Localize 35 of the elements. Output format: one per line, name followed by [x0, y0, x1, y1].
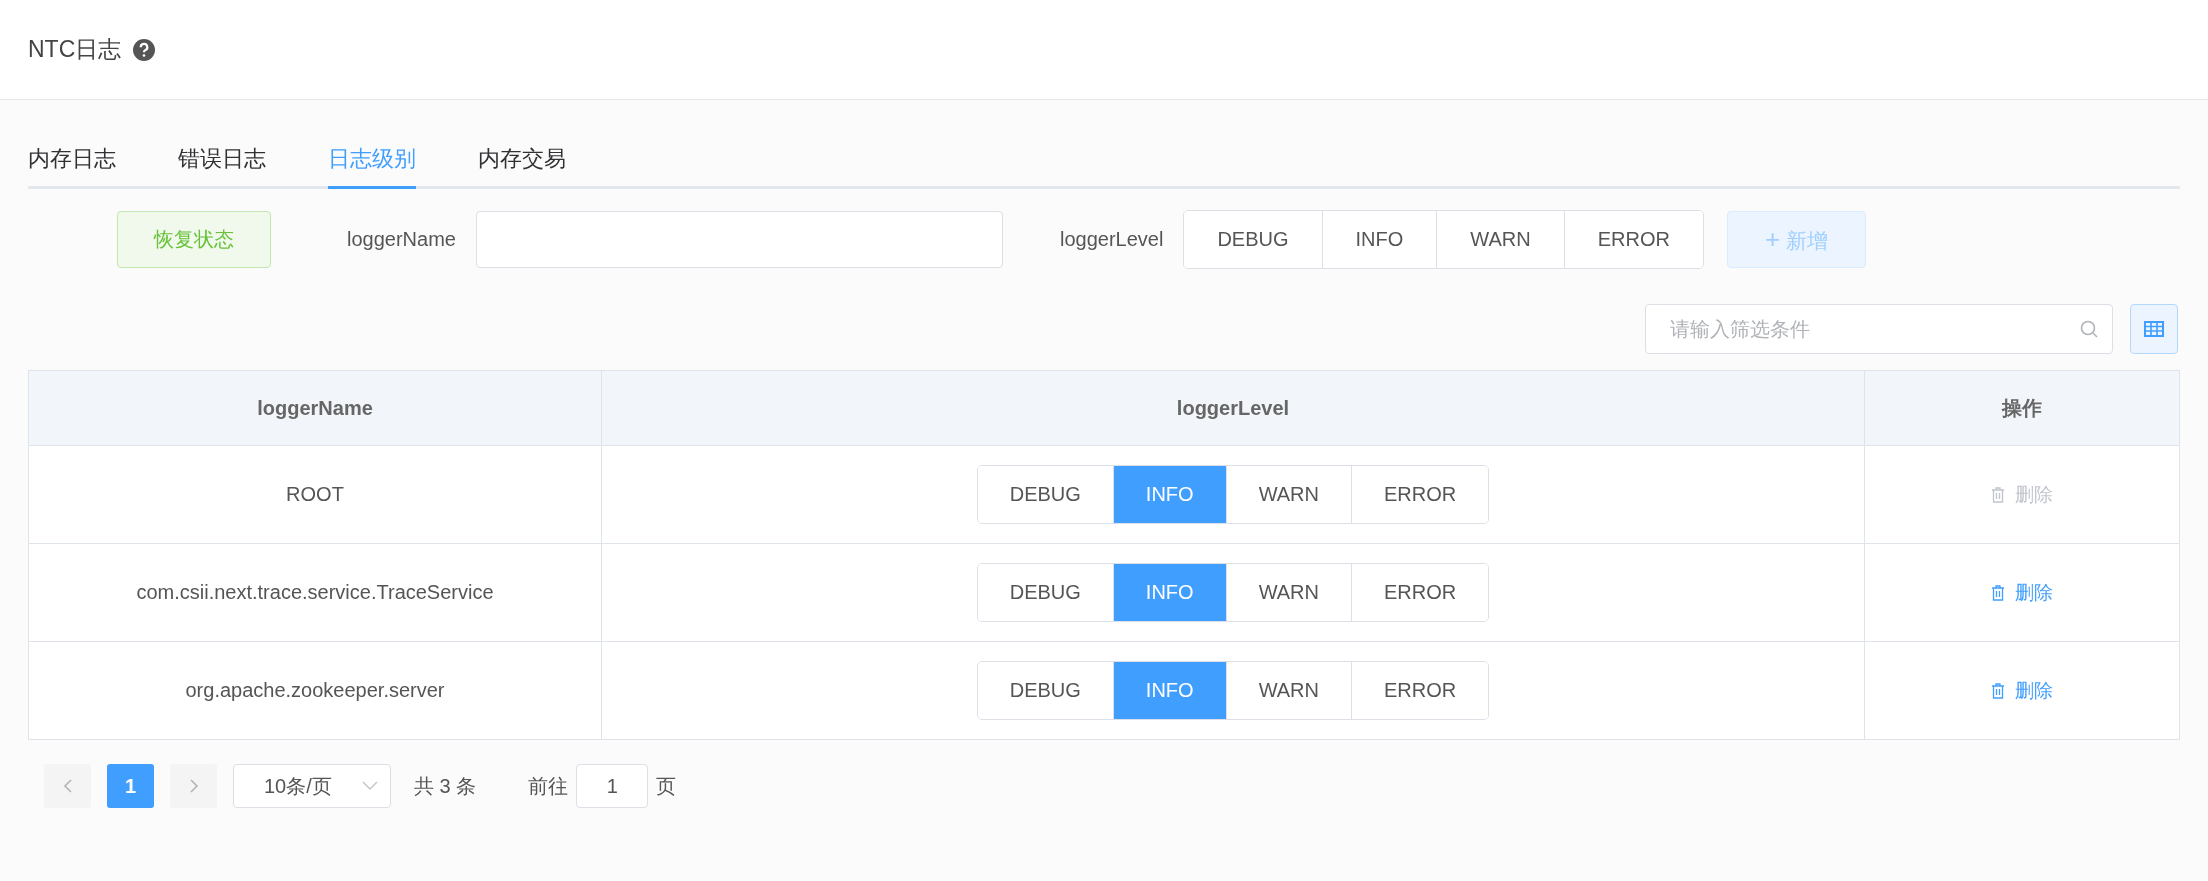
column-header: 操作: [1864, 370, 2180, 446]
level-option[interactable]: ERROR: [1351, 564, 1489, 621]
field-label: loggerName: [347, 228, 456, 251]
tab[interactable]: 错误日志: [178, 144, 266, 189]
help-icon[interactable]: [133, 38, 156, 61]
level-option[interactable]: ERROR: [1351, 662, 1489, 719]
field-label: loggerLevel: [1059, 228, 1164, 251]
page-suffix: 页: [656, 773, 677, 799]
page-input[interactable]: 1: [576, 764, 649, 808]
level-option[interactable]: ERROR: [1351, 466, 1489, 523]
tab[interactable]: 内存交易: [478, 144, 566, 189]
previous-page-button[interactable]: [44, 764, 91, 808]
trash-icon: [1991, 584, 2005, 601]
total-count: 共 3 条: [414, 773, 477, 799]
search-icon: [2079, 319, 2099, 339]
next-page-button[interactable]: [170, 764, 217, 808]
level-option[interactable]: ERROR: [1563, 211, 1703, 268]
chevron-right-icon: [188, 778, 199, 794]
chevron-left-icon: [62, 778, 73, 794]
search-field[interactable]: 请输入筛选条件: [1645, 304, 2113, 354]
tab[interactable]: 内存日志: [28, 144, 116, 189]
trash-icon: [1991, 682, 2005, 699]
page-title: NTC日志: [28, 35, 122, 64]
chevron-down-icon: [362, 781, 378, 791]
page-size-select[interactable]: 10条/页: [233, 764, 391, 808]
table-view-button[interactable]: [2130, 304, 2178, 354]
table-cell: ROOT: [28, 445, 602, 544]
table-icon: [2144, 321, 2164, 337]
goto-label: 前往: [528, 773, 569, 799]
column-header: loggerName: [28, 370, 602, 446]
table-cell: org.apache.zookeeper.server: [28, 641, 602, 740]
trash-icon: [1991, 486, 2005, 503]
input-field[interactable]: [475, 211, 1003, 268]
column-header: loggerLevel: [601, 370, 1865, 446]
table-cell: com.csii.next.trace.service.TraceService: [28, 543, 602, 642]
